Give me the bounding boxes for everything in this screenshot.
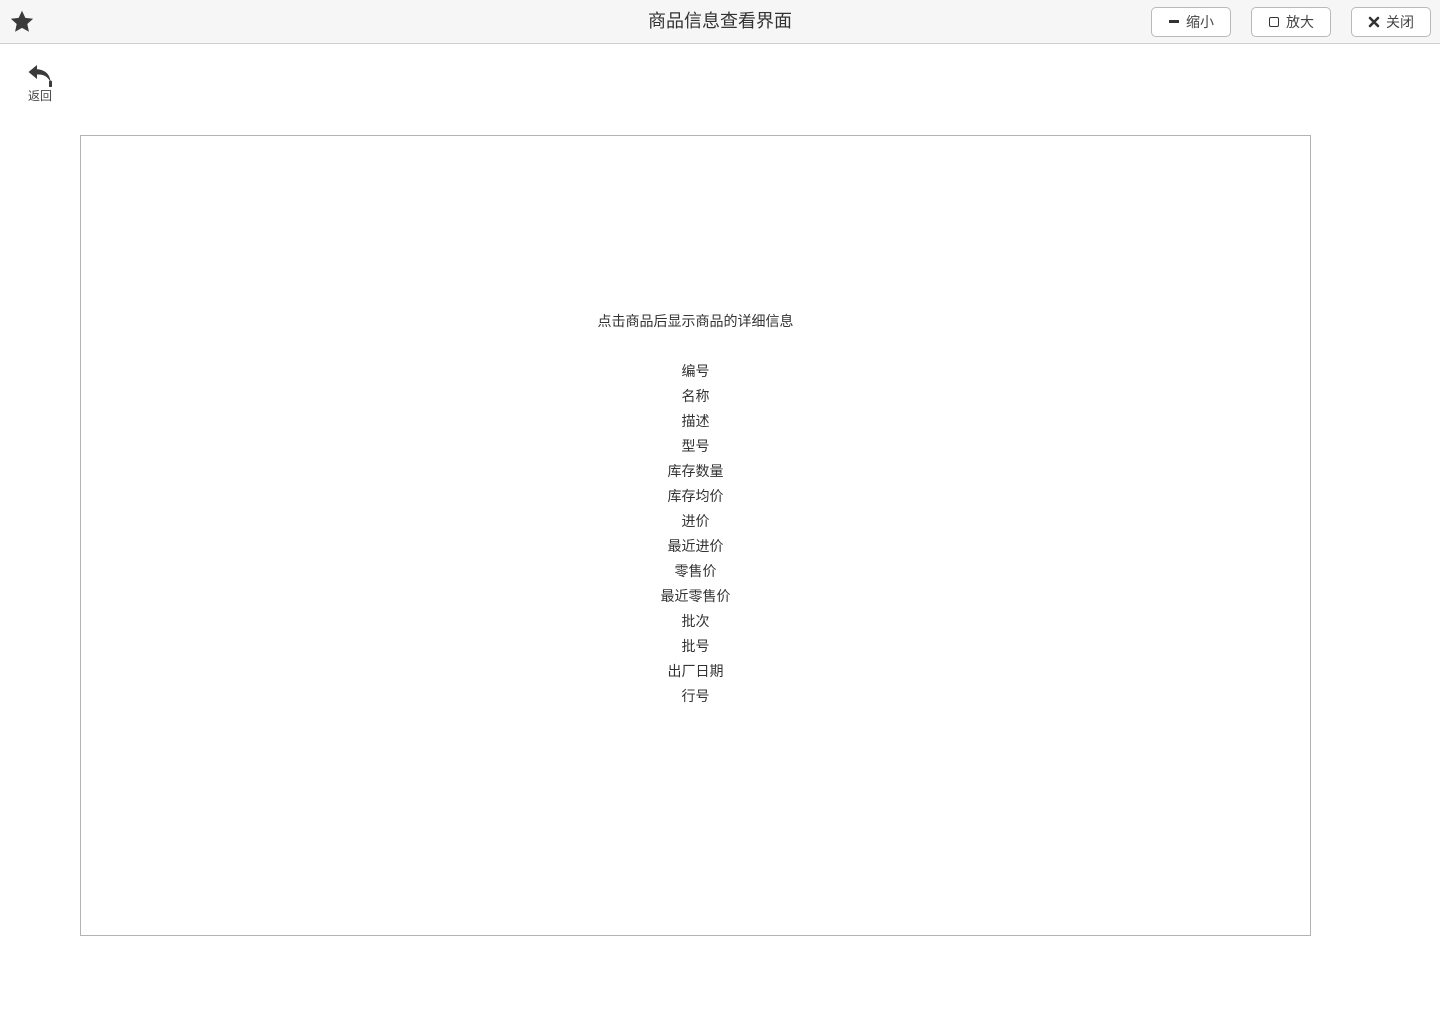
- window-titlebar: 商品信息查看界面 缩小 放大 关闭: [0, 0, 1440, 44]
- x-icon: [1368, 16, 1380, 28]
- field-label: 库存数量: [667, 464, 724, 480]
- field-label: 零售价: [674, 564, 717, 580]
- minus-icon: [1168, 16, 1180, 28]
- square-icon: [1268, 16, 1280, 28]
- maximize-label: 放大: [1286, 15, 1314, 31]
- field-label: 批次: [681, 614, 710, 630]
- field-label: 描述: [681, 414, 710, 430]
- field-label: 批号: [681, 639, 710, 655]
- field-label: 最近进价: [667, 539, 724, 555]
- back-label: 返回: [27, 89, 52, 103]
- field-label: 行号: [681, 689, 710, 705]
- field-label: 最近零售价: [660, 589, 731, 605]
- field-label: 名称: [681, 389, 710, 405]
- detail-field-list: 编号 名称 描述 型号 库存数量 库存均价 进价 最近进价 零售价 最近零售价 …: [81, 363, 1310, 713]
- maximize-button[interactable]: 放大: [1251, 7, 1331, 37]
- detail-hint-text: 点击商品后显示商品的详细信息: [597, 314, 794, 330]
- minimize-label: 缩小: [1186, 15, 1214, 31]
- close-label: 关闭: [1386, 15, 1414, 31]
- field-label: 编号: [681, 364, 710, 380]
- field-label: 进价: [681, 514, 710, 530]
- field-label: 型号: [681, 439, 710, 455]
- reply-arrow-icon: [22, 63, 58, 87]
- star-icon[interactable]: [9, 9, 35, 35]
- product-detail-panel: 点击商品后显示商品的详细信息 编号 名称 描述 型号 库存数量 库存均价 进价 …: [80, 135, 1311, 936]
- field-label: 出厂日期: [667, 664, 724, 680]
- back-button[interactable]: 返回: [22, 63, 58, 105]
- close-button[interactable]: 关闭: [1351, 7, 1431, 37]
- minimize-button[interactable]: 缩小: [1151, 7, 1231, 37]
- field-label: 库存均价: [667, 489, 724, 505]
